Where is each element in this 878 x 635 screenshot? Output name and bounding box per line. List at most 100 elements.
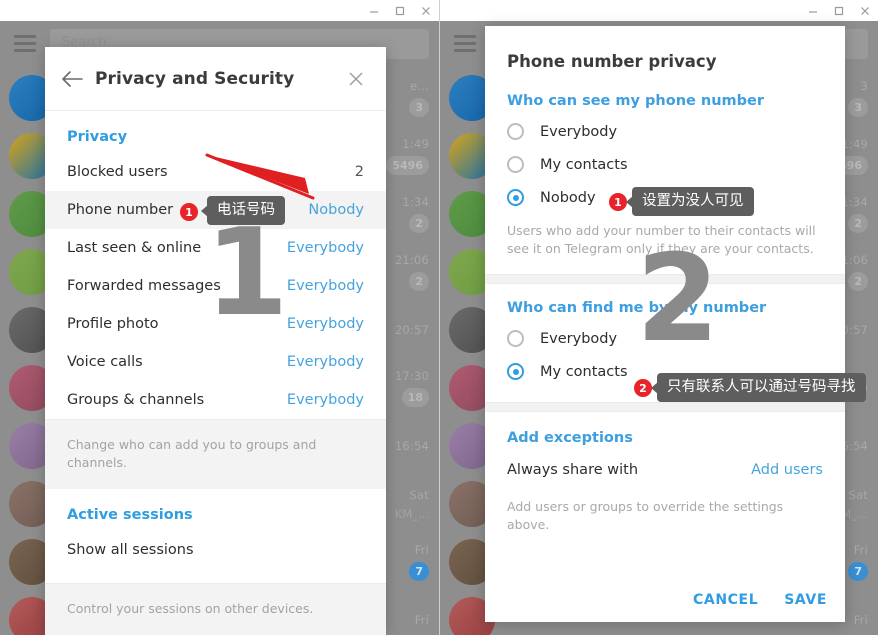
radio-button[interactable] — [507, 330, 524, 348]
unread-badge: 2 — [409, 214, 429, 233]
chat-item-meta: 21:06 2 — [395, 253, 429, 291]
radio-label: My contacts — [540, 363, 628, 380]
chat-item-time: Fri — [853, 543, 868, 557]
privacy-setting-value: Everybody — [286, 354, 364, 370]
minimize-icon[interactable] — [361, 0, 387, 21]
left-titlebar — [0, 0, 439, 21]
section-who-can-see-title: Who can see my phone number — [507, 93, 765, 109]
chat-item-time: 1:34 — [402, 195, 429, 209]
unread-badge: 18 — [401, 388, 429, 407]
maximize-icon[interactable] — [387, 0, 413, 21]
chat-item-meta: Fri 7 — [409, 543, 429, 581]
hamburger-icon[interactable] — [14, 35, 36, 52]
step-number-1: 1 — [205, 204, 289, 343]
close-icon[interactable] — [342, 65, 370, 93]
chat-item-meta: 17:30 18 — [395, 369, 429, 407]
chat-item-meta: 1:34 2 — [841, 195, 868, 233]
chat-item-time: 20:57 — [394, 323, 429, 337]
privacy-hint: Change who can add you to groups and cha… — [45, 419, 386, 489]
always-share-with-row: Always share with Add users — [485, 452, 845, 488]
privacy-setting-value: Everybody — [286, 278, 364, 294]
step-number-2: 2 — [636, 230, 720, 369]
chat-item-time: e... — [410, 79, 429, 93]
show-all-sessions-row[interactable]: Show all sessions — [45, 531, 386, 569]
radio-button[interactable] — [507, 156, 524, 173]
chat-item-subtitle: M_... — [841, 506, 868, 521]
cancel-button[interactable]: CANCEL — [693, 592, 758, 608]
radio-label: My contacts — [540, 156, 628, 173]
right-telegram-window: Search 331:494961:34221:06220:5717:3016:… — [439, 0, 878, 635]
radio-button[interactable] — [507, 123, 524, 140]
unread-badge: 7 — [409, 562, 429, 581]
privacy-setting-value: Everybody — [286, 240, 364, 256]
unread-badge: 3 — [848, 98, 868, 117]
sessions-section-title[interactable]: Active sessions — [45, 489, 386, 531]
chat-item-meta: 33 — [848, 79, 868, 117]
unread-badge: 3 — [409, 98, 429, 117]
radio-label: Everybody — [540, 123, 618, 140]
radio-button[interactable] — [507, 189, 524, 206]
privacy-section-title: Privacy — [67, 129, 128, 145]
privacy-setting-label: Phone number — [67, 202, 174, 218]
chat-item-time: Sat — [848, 487, 868, 502]
step-badge-1: 1 — [609, 193, 627, 211]
chat-item-time: Fri — [414, 613, 429, 627]
chat-item-time: 16:54 — [394, 439, 429, 453]
page-title: Privacy and Security — [95, 68, 295, 89]
chat-item-time: 21:06 — [394, 253, 429, 267]
chat-item-meta: Sat M_... — [841, 488, 868, 521]
chat-item-time: Fri — [853, 613, 868, 627]
radio-option[interactable]: My contacts — [485, 148, 845, 181]
exceptions-hint: Add users or groups to override the sett… — [507, 499, 784, 533]
chat-item-time: Sat — [409, 487, 429, 502]
privacy-setting-value: Everybody — [286, 392, 364, 408]
radio-button[interactable] — [507, 363, 524, 381]
privacy-setting-row[interactable]: Voice calls Everybody — [45, 343, 386, 381]
chat-item-time: 17:30 — [394, 369, 429, 383]
privacy-setting-value: Everybody — [286, 316, 364, 332]
privacy-setting-row[interactable]: Groups & channels Everybody — [45, 381, 386, 419]
save-button[interactable]: SAVE — [784, 592, 827, 608]
privacy-setting-label: Profile photo — [67, 316, 159, 332]
add-exceptions-title[interactable]: Add exceptions — [485, 412, 845, 452]
privacy-setting-label: Forwarded messages — [67, 278, 221, 294]
chat-item-meta: Fri — [854, 613, 868, 627]
dialog-actions: CANCEL SAVE — [693, 592, 827, 608]
maximize-icon[interactable] — [826, 0, 852, 21]
screen-root: Search e... 3 1:49 5496 1:34 2 21:06 2 20:57 17:3… — [0, 0, 878, 635]
section-divider-2 — [485, 402, 845, 413]
privacy-setting-label: Voice calls — [67, 354, 143, 370]
radio-option[interactable]: Everybody — [485, 115, 845, 148]
add-users-button[interactable]: Add users — [751, 462, 823, 478]
chat-item-meta: 20:57 — [395, 323, 429, 337]
privacy-setting-value: Nobody — [308, 202, 364, 218]
step-badge-1: 1 — [180, 203, 198, 221]
unread-badge: 2 — [848, 214, 868, 233]
tooltip-contacts-find: 只有联系人可以通过号码寻找 — [657, 373, 866, 403]
step-badge-2: 2 — [634, 379, 652, 397]
red-arrow-icon — [205, 153, 315, 200]
back-arrow-icon[interactable] — [57, 64, 87, 94]
privacy-setting-value: 2 — [354, 164, 364, 180]
hamburger-icon[interactable] — [454, 35, 476, 52]
chat-item-meta: 1:34 2 — [402, 195, 429, 233]
chat-item-meta: e... 3 — [409, 79, 429, 117]
radio-label: Nobody — [540, 189, 596, 206]
close-icon[interactable] — [852, 0, 878, 21]
chat-item-time: 1:34 — [841, 195, 868, 209]
minimize-icon[interactable] — [800, 0, 826, 21]
chat-item-meta: Fri — [415, 613, 429, 627]
chat-item-time: 1:49 — [402, 137, 429, 151]
chat-item-meta: Sat KM_... — [395, 488, 429, 521]
unread-badge: 2 — [409, 272, 429, 291]
always-share-with-label: Always share with — [507, 462, 639, 479]
dialog-header: Privacy and Security — [45, 47, 386, 111]
privacy-setting-label: Blocked users — [67, 164, 168, 180]
chat-item-meta: 1:49 5496 — [386, 137, 429, 175]
left-telegram-window: Search e... 3 1:49 5496 1:34 2 21:06 2 20:57 17:3… — [0, 0, 439, 635]
chat-item-time: 3 — [860, 79, 868, 93]
privacy-setting-label: Groups & channels — [67, 392, 205, 408]
unread-badge: 7 — [848, 562, 868, 581]
close-icon[interactable] — [413, 0, 439, 21]
radio-label: Everybody — [540, 330, 618, 347]
